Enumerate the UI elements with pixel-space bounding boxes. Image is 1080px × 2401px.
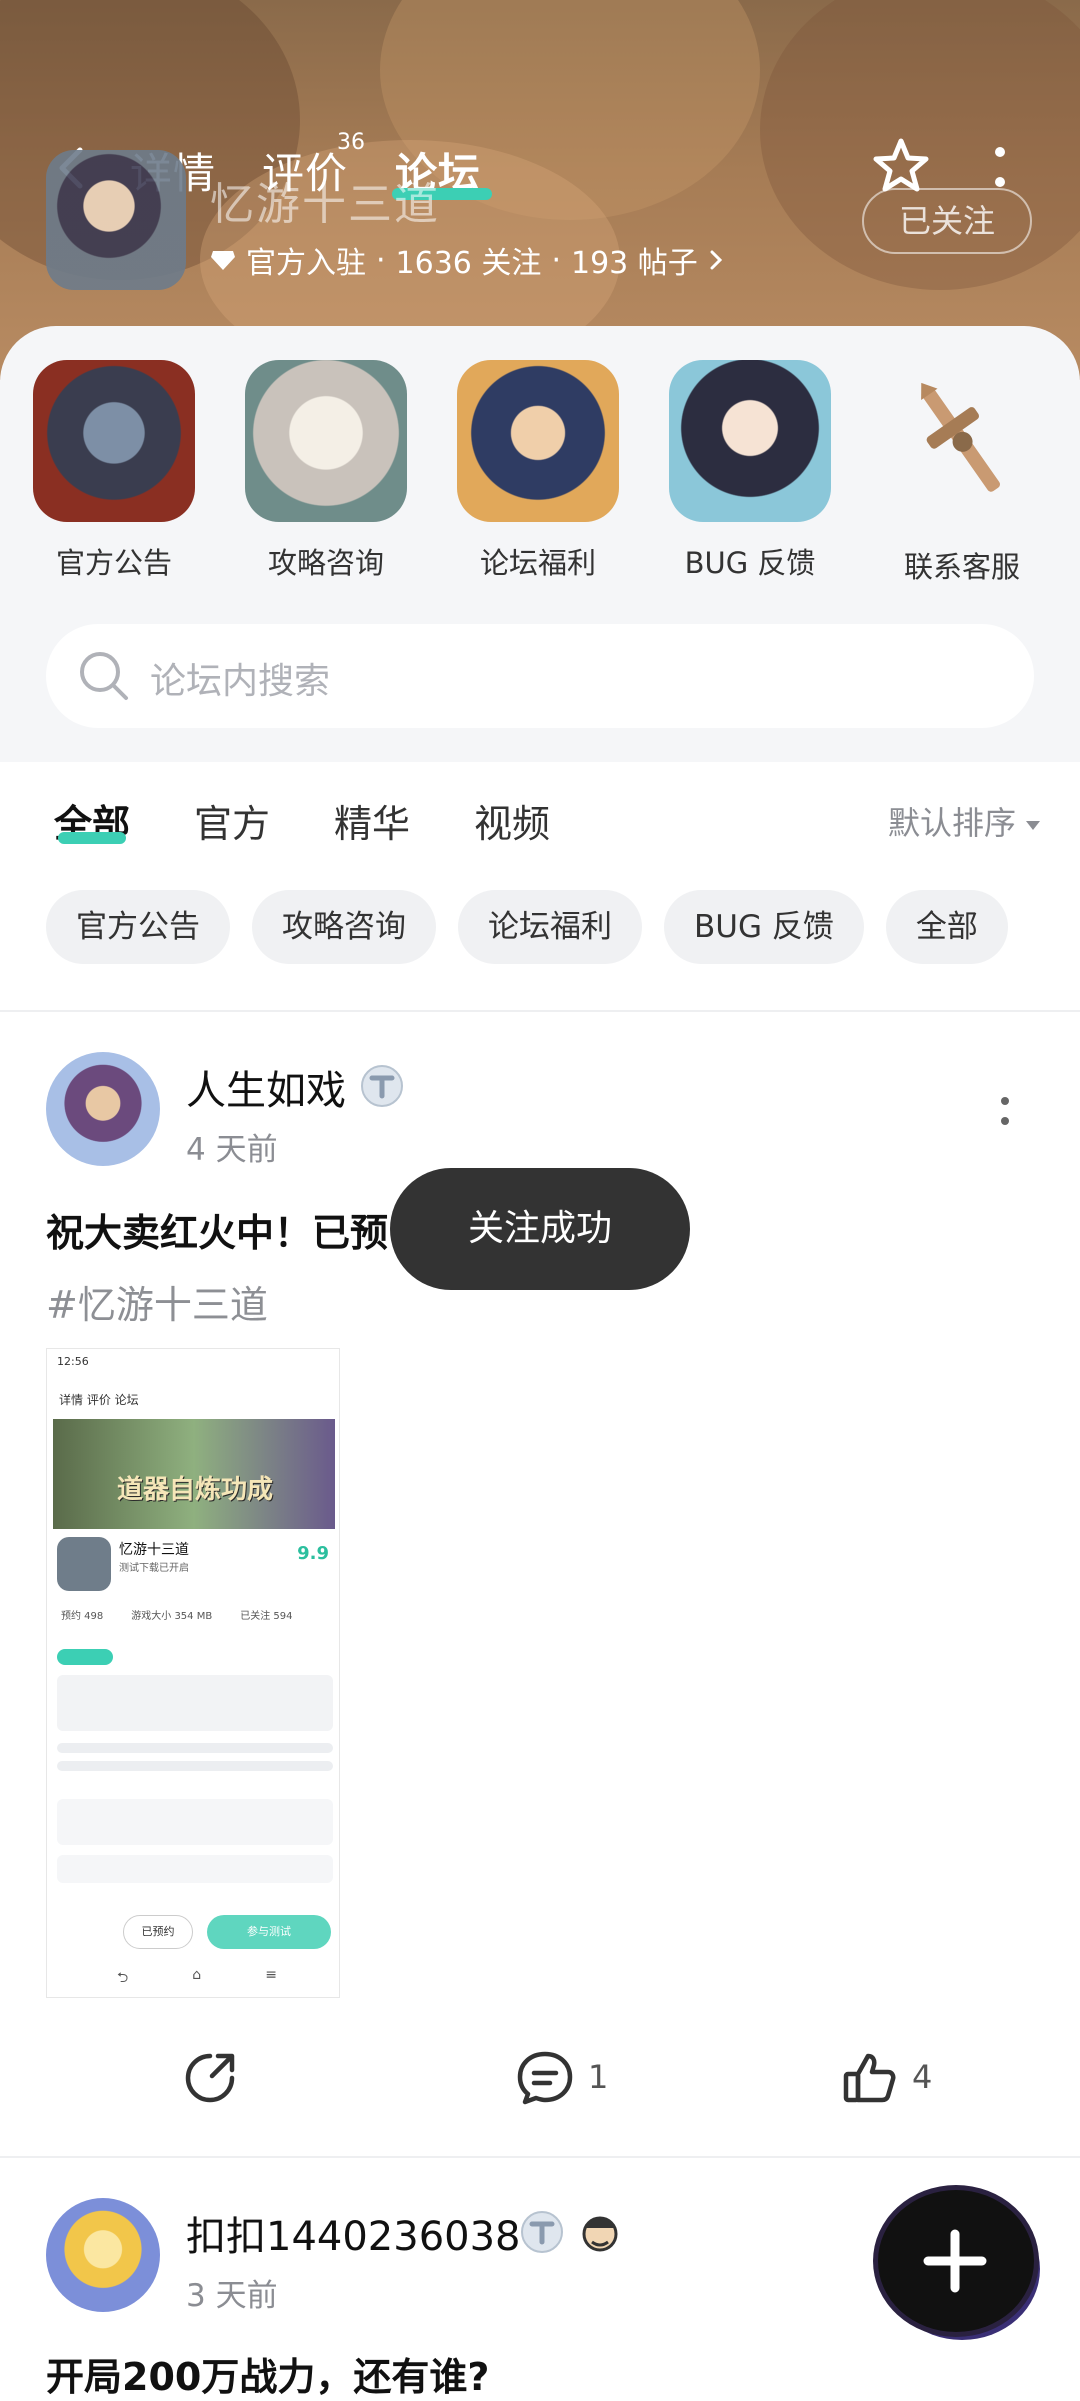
thumb-pill bbox=[57, 1649, 113, 1665]
follow-count[interactable]: 1636 关注 bbox=[396, 238, 542, 282]
chip-official-notice[interactable]: 官方公告 bbox=[46, 890, 230, 964]
thumb-lines bbox=[57, 1743, 333, 1779]
category-official-notice[interactable]: 官方公告 bbox=[24, 360, 204, 582]
game-icon bbox=[46, 150, 186, 290]
chip-all[interactable]: 全部 bbox=[885, 890, 1008, 964]
forum-search-input[interactable]: 论坛内搜索 bbox=[46, 624, 1034, 728]
thumb-join: 参与测试 bbox=[207, 1915, 331, 1949]
post-more-icon[interactable] bbox=[1000, 1096, 1010, 1126]
category-customer-service[interactable]: 联系客服 bbox=[872, 360, 1052, 586]
comment-count: 1 bbox=[588, 2058, 609, 2096]
thumb-stats: 预约 498 游戏大小 354 MB 已关注 594 bbox=[61, 1607, 331, 1622]
official-label: 官方入驻 bbox=[246, 246, 366, 281]
search-placeholder: 论坛内搜索 bbox=[150, 661, 331, 702]
filter-tab-official[interactable]: 官方 bbox=[194, 793, 270, 848]
thumb-stat: 预约 498 bbox=[61, 1611, 104, 1622]
thumb-activity bbox=[57, 1855, 333, 1883]
thumb-reserved: 已预约 bbox=[123, 1915, 193, 1949]
filter-active-indicator bbox=[58, 832, 126, 844]
avatar[interactable] bbox=[46, 1052, 160, 1166]
filter-tab-featured[interactable]: 精华 bbox=[334, 793, 410, 848]
share-icon[interactable] bbox=[182, 2050, 238, 2106]
post-username[interactable]: 扣扣1440236038 bbox=[186, 2204, 521, 2262]
post-divider bbox=[0, 2156, 1080, 2158]
chip-bug-report[interactable]: BUG 反馈 bbox=[664, 890, 864, 964]
benefits-icon bbox=[457, 360, 619, 522]
thumb-game-name: 忆游十三道 bbox=[119, 1542, 189, 1558]
thumb-activity bbox=[57, 1799, 333, 1845]
thumb-nav: 详情 评价 论坛 bbox=[59, 1393, 139, 1407]
caret-down-icon bbox=[1026, 820, 1040, 830]
bug-report-icon bbox=[669, 360, 831, 522]
thumb-stat: 游戏大小 354 MB bbox=[131, 1611, 213, 1622]
guide-icon bbox=[245, 360, 407, 522]
category-benefits[interactable]: 论坛福利 bbox=[448, 360, 628, 582]
customer-service-icon bbox=[921, 382, 1001, 492]
post-time: 4 天前 bbox=[186, 1132, 278, 1168]
sort-dropdown[interactable]: 默认排序 bbox=[888, 798, 1040, 844]
category-label: BUG 反馈 bbox=[684, 546, 816, 580]
category-chips: 官方公告 攻略咨询 论坛福利 BUG 反馈 全部 bbox=[46, 890, 1008, 964]
thumb-system-nav: ⮌ ⌂ ≡ bbox=[117, 1967, 277, 1986]
category-guide[interactable]: 攻略咨询 bbox=[236, 360, 416, 582]
post-image[interactable]: 12:56 详情 评价 论坛 道器自炼功成 忆游十三道 测试下载已开启 9.9 … bbox=[46, 1348, 340, 1998]
search-icon bbox=[80, 652, 128, 700]
chip-guide[interactable]: 攻略咨询 bbox=[252, 890, 436, 964]
thumb-status-time: 12:56 bbox=[57, 1355, 89, 1368]
category-label: 攻略咨询 bbox=[267, 546, 384, 580]
thumb-game-icon bbox=[57, 1537, 111, 1591]
level-badge-icon bbox=[521, 2211, 563, 2253]
filter-tab-video[interactable]: 视频 bbox=[474, 793, 550, 848]
category-bug-report[interactable]: BUG 反馈 bbox=[660, 360, 840, 582]
chip-benefits[interactable]: 论坛福利 bbox=[458, 890, 642, 964]
thumb-calendar bbox=[57, 1675, 333, 1731]
post-username[interactable]: 人生如戏 bbox=[186, 1058, 346, 1116]
character-badge-icon bbox=[582, 2216, 618, 2252]
more-menu-icon[interactable] bbox=[990, 144, 1010, 190]
like-count: 4 bbox=[912, 2058, 933, 2096]
category-label: 官方公告 bbox=[55, 546, 172, 580]
section-divider bbox=[0, 1010, 1080, 1012]
post-time: 3 天前 bbox=[186, 2278, 278, 2314]
post-hashtag[interactable]: #忆游十三道 bbox=[46, 1274, 268, 1329]
post-title[interactable]: 开局200万战力，还有谁? bbox=[46, 2346, 489, 2401]
review-count: 36 bbox=[337, 130, 365, 155]
game-meta: 官方入驻 · 1636 关注 · 193 帖子 bbox=[210, 238, 724, 282]
level-badge-icon bbox=[361, 1065, 403, 1107]
thumb-banner-text: 道器自炼功成 bbox=[117, 1475, 274, 1505]
chevron-right-icon[interactable] bbox=[708, 248, 724, 272]
sort-label: 默认排序 bbox=[887, 804, 1016, 842]
category-label: 联系客服 bbox=[903, 550, 1020, 584]
game-header: 详情 评价 36 论坛 忆游十三道 已关注 官方入驻 · 1636 关注 · 1… bbox=[0, 0, 1080, 380]
create-post-button[interactable] bbox=[878, 2190, 1034, 2332]
verified-diamond-icon bbox=[211, 251, 235, 270]
avatar[interactable] bbox=[46, 2198, 160, 2312]
official-notice-icon bbox=[33, 360, 195, 522]
meta-dot: · bbox=[376, 242, 386, 278]
thumb-score: 9.9 bbox=[297, 1543, 329, 1564]
comment-icon[interactable] bbox=[516, 2050, 574, 2106]
meta-dot: · bbox=[551, 242, 561, 278]
post-title[interactable]: 祝大卖红火中！已预 bbox=[46, 1202, 388, 1257]
thumb-stat: 已关注 594 bbox=[240, 1611, 293, 1622]
thumbs-up-icon[interactable] bbox=[842, 2050, 898, 2106]
toast-message: 关注成功 bbox=[390, 1168, 690, 1290]
thumb-game-sub: 测试下载已开启 bbox=[119, 1563, 189, 1574]
game-name: 忆游十三道 bbox=[210, 179, 440, 230]
followed-button[interactable]: 已关注 bbox=[862, 188, 1032, 254]
post-count[interactable]: 193 帖子 bbox=[571, 238, 698, 282]
plus-icon bbox=[923, 2229, 987, 2293]
category-label: 论坛福利 bbox=[479, 546, 596, 580]
